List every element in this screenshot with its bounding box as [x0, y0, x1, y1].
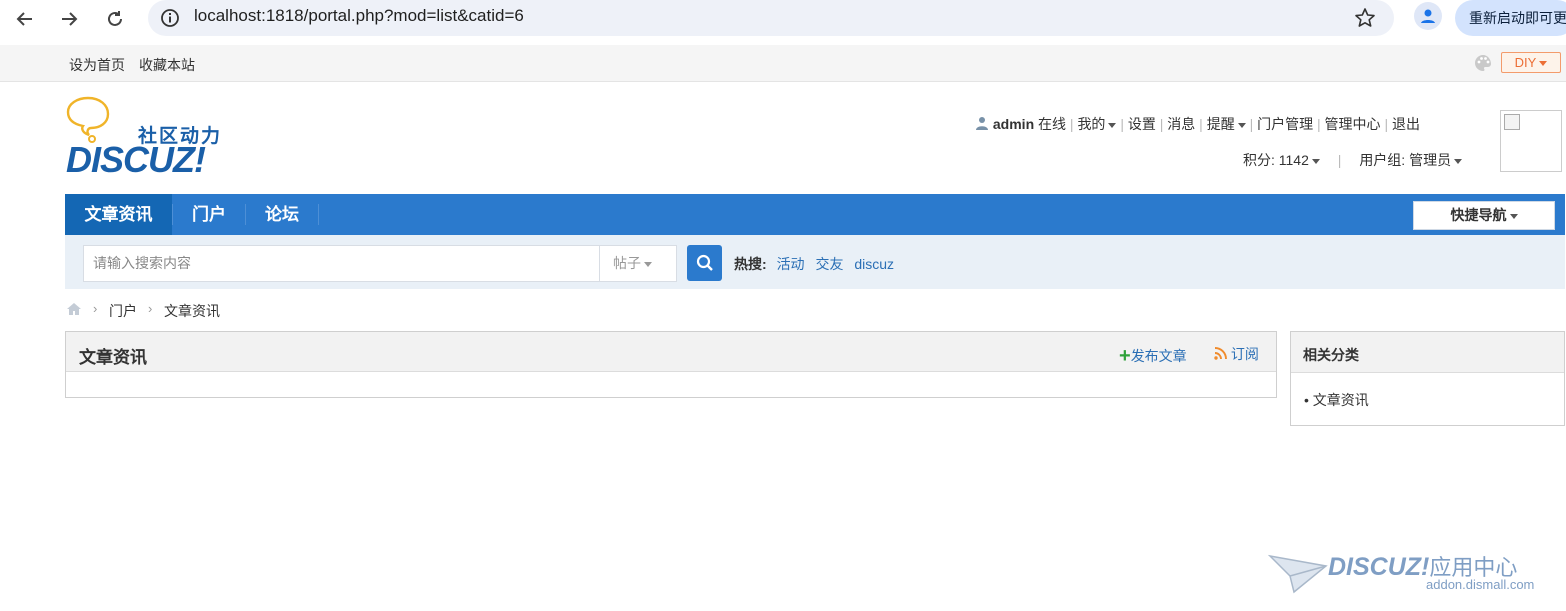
category-item[interactable]: • 文章资讯 — [1304, 390, 1369, 410]
chevron-down-icon — [1539, 61, 1548, 67]
breadcrumb-portal[interactable]: 门户 — [109, 301, 137, 321]
reload-icon[interactable] — [102, 6, 128, 32]
hot-search-item[interactable]: 交友 — [815, 256, 843, 272]
menu-portal-admin[interactable]: 门户管理 — [1257, 116, 1313, 132]
diy-button[interactable]: DIY — [1501, 52, 1561, 73]
side-header: 相关分类 — [1291, 332, 1564, 373]
back-arrow-icon[interactable] — [12, 6, 38, 32]
forward-arrow-icon[interactable] — [56, 6, 82, 32]
user-info-bar: admin 在线 | 我的 | 设置 | 消息 | 提醒 | 门户管理 | 管理… — [975, 114, 1420, 134]
menu-my[interactable]: 我的 — [1077, 116, 1117, 132]
url-text: localhost:1818/portal.php?mod=list&catid… — [194, 6, 524, 25]
panel-header: 文章资讯 +发布文章 订阅 — [66, 332, 1276, 372]
page-title: 文章资讯 — [79, 348, 147, 367]
menu-reminders[interactable]: 提醒 — [1207, 116, 1246, 132]
search-button[interactable] — [687, 245, 722, 281]
chevron-down-icon — [1237, 122, 1246, 128]
home-icon[interactable] — [66, 302, 82, 316]
quick-nav-button[interactable]: 快捷导航 — [1413, 201, 1555, 230]
user-stats: 积分: 1142 | 用户组: 管理员 — [1243, 150, 1463, 170]
username-link[interactable]: admin — [993, 116, 1034, 132]
menu-messages[interactable]: 消息 — [1167, 116, 1195, 132]
broken-image-icon — [1504, 114, 1520, 130]
chevron-down-icon — [1509, 213, 1518, 219]
nav-tab-forum[interactable]: 论坛 — [246, 194, 318, 235]
side-title: 相关分类 — [1303, 347, 1359, 363]
watermark-domain: addon.dismall.com — [1426, 577, 1535, 592]
top-links-bar: 设为首页 收藏本站 DIY — [0, 45, 1566, 82]
hot-search-item[interactable]: discuz — [854, 256, 894, 272]
hot-search: 热搜: 活动 交友 discuz — [734, 254, 894, 274]
breadcrumb-separator: › — [148, 301, 153, 316]
menu-admin-center[interactable]: 管理中心 — [1325, 116, 1381, 132]
breadcrumb-current[interactable]: 文章资讯 — [164, 301, 220, 321]
points-menu[interactable]: 积分: 1142 — [1243, 152, 1320, 168]
palette-icon[interactable] — [1473, 53, 1493, 73]
search-input[interactable]: 请输入搜索内容 — [83, 245, 600, 282]
rss-icon — [1214, 347, 1227, 360]
menu-logout[interactable]: 退出 — [1392, 116, 1420, 132]
menu-settings[interactable]: 设置 — [1128, 116, 1156, 132]
set-homepage-link[interactable]: 设为首页 — [69, 55, 125, 75]
watermark-logo: DISCUZ!应用中心 addon.dismall.com — [1268, 548, 1558, 598]
subscribe-link[interactable]: 订阅 — [1214, 344, 1259, 364]
bookmark-star-icon[interactable] — [1354, 7, 1376, 29]
hot-search-item[interactable]: 活动 — [777, 256, 805, 272]
site-info-icon[interactable] — [160, 8, 180, 28]
breadcrumb-separator: › — [93, 301, 98, 316]
article-list-panel: 文章资讯 +发布文章 订阅 — [65, 331, 1277, 398]
paper-plane-icon — [1268, 554, 1328, 594]
related-categories-panel: 相关分类 • 文章资讯 — [1290, 331, 1565, 426]
chevron-down-icon — [644, 261, 652, 267]
nav-tab-portal[interactable]: 门户 — [173, 194, 245, 235]
site-logo[interactable]: 社区动力 DISCUZ! — [64, 95, 234, 180]
chevron-down-icon — [1108, 122, 1117, 128]
nav-tab-articles[interactable]: 文章资讯 — [65, 194, 172, 235]
chevron-down-icon — [1311, 158, 1320, 164]
search-icon — [696, 254, 713, 271]
chevron-down-icon — [1454, 158, 1463, 164]
address-bar[interactable]: localhost:1818/portal.php?mod=list&catid… — [148, 0, 1394, 36]
search-type-select[interactable]: 帖子 — [599, 245, 677, 282]
publish-article-link[interactable]: +发布文章 — [1119, 344, 1187, 367]
avatar[interactable] — [1500, 110, 1562, 172]
logo-en-text: DISCUZ! — [66, 139, 206, 180]
online-status: 在线 — [1038, 116, 1067, 132]
bookmark-site-link[interactable]: 收藏本站 — [139, 55, 195, 75]
plus-icon: + — [1119, 345, 1131, 367]
usergroup-menu[interactable]: 用户组: 管理员 — [1359, 152, 1463, 168]
diy-label: DIY — [1514, 55, 1537, 70]
main-nav: 文章资讯 门户 论坛 — [65, 194, 1565, 235]
restart-to-update-button[interactable]: 重新启动即可更 — [1455, 0, 1566, 36]
browser-toolbar: localhost:1818/portal.php?mod=list&catid… — [0, 0, 1566, 44]
nav-divider — [318, 204, 319, 225]
user-icon — [976, 117, 988, 130]
profile-avatar-icon[interactable] — [1414, 2, 1442, 30]
hot-search-label: 热搜: — [734, 256, 767, 272]
